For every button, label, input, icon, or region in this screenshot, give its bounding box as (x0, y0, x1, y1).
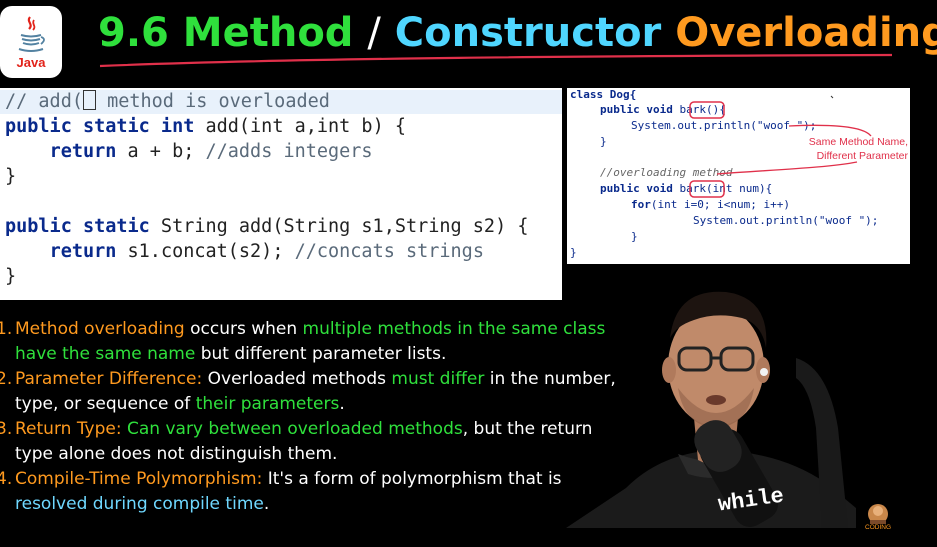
code-line-return-int: return a + b; //adds integers (49, 141, 373, 162)
code-snippet-add: // add( method is overloaded public stat… (0, 88, 562, 300)
point-1: 1. Method overloading occurs when multipl… (0, 319, 606, 364)
title-constructor: Constructor (394, 10, 662, 56)
java-cup-icon (18, 15, 45, 52)
java-logo-text: Java (16, 54, 46, 70)
title-separator: / (367, 10, 381, 56)
code-line-close-1: } (5, 166, 17, 187)
presenter-video (566, 291, 856, 528)
title-underline (99, 53, 893, 68)
point-3: 3. Return Type: Can vary between overload… (0, 419, 593, 464)
code-line-close-2: } (5, 266, 17, 287)
java-logo: Java (0, 6, 62, 78)
annotation-marks (689, 95, 872, 198)
code-line-return-string: return s1.concat(s2); //concats strings (49, 241, 484, 262)
code-line-comment: // add( method is overloaded (0, 90, 562, 114)
channel-logo-text: CODING (865, 524, 891, 531)
title-method: 9.6 Method (98, 10, 354, 56)
code-line-int-add: public static int add(int a,int b) { (5, 116, 406, 137)
point-4: 4. Compile-Time Polymorphism: It's a form… (0, 469, 562, 514)
channel-logo (868, 504, 888, 524)
title-overloading: Overloading (675, 10, 937, 56)
annotation-note: Same Method Name, Different Parameter (808, 136, 908, 162)
code-line-string-add: public static String add(String s1,Strin… (5, 216, 529, 237)
text-cursor-box (82, 90, 96, 110)
point-2: 2. Parameter Difference: Overloaded metho… (0, 369, 616, 414)
code-snippet-dog: class Dog{ public void bark(){ System.ou… (567, 88, 910, 264)
overloading-points: 1. Method overloading occurs when multipl… (0, 317, 620, 517)
page-title: 9.6 Method / Constructor Overloading (98, 10, 937, 56)
